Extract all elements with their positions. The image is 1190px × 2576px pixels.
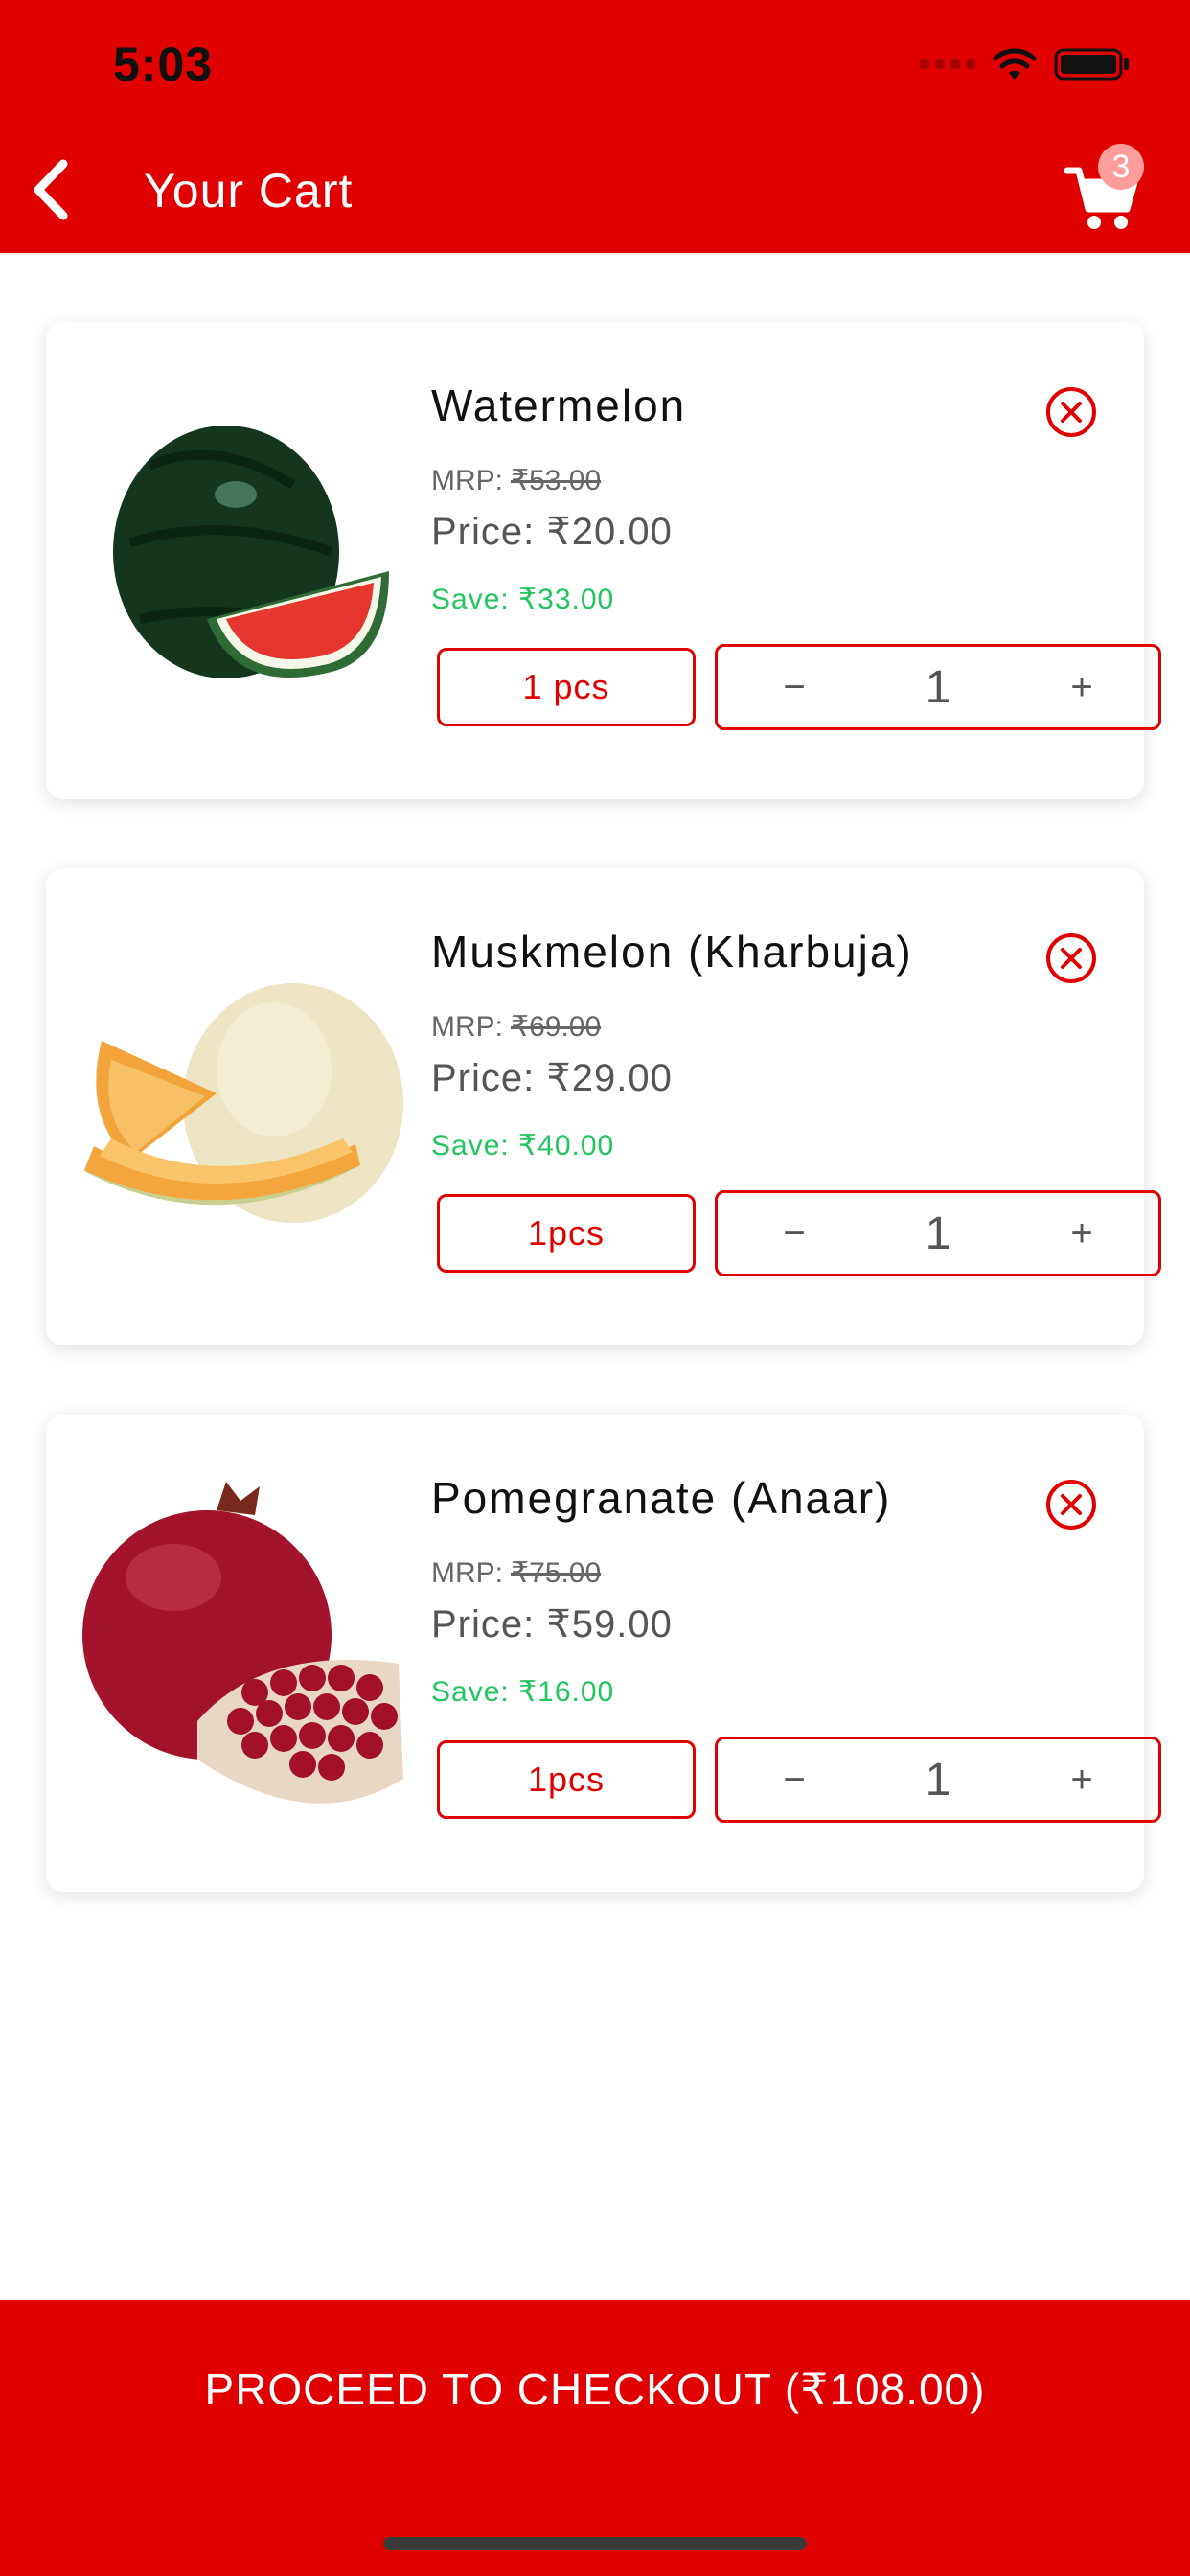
- back-button[interactable]: [21, 153, 79, 226]
- mrp-text: MRP: ₹75.00: [431, 1557, 602, 1589]
- quantity-value: 1: [925, 661, 951, 713]
- mrp-value: ₹69.00: [511, 1011, 602, 1043]
- increase-quantity-button[interactable]: +: [1034, 647, 1130, 727]
- app-header: 5:03 Your Cart 3: [0, 0, 1190, 253]
- wifi-icon: [993, 48, 1037, 80]
- status-time: 5:03: [113, 37, 214, 91]
- save-text: Save: ₹40.00: [431, 1130, 615, 1162]
- unit-selector-button[interactable]: 1 pcs: [437, 648, 696, 726]
- checkout-button[interactable]: PROCEED TO CHECKOUT (₹108.00): [0, 2300, 1190, 2576]
- product-image-muskmelon: [82, 983, 403, 1223]
- price-text: Price: ₹29.00: [431, 1057, 673, 1099]
- home-indicator: [383, 2537, 807, 2550]
- cart-item-card: Muskmelon (Kharbuja) MRP: ₹69.00 Price: ₹…: [46, 868, 1161, 1346]
- quantity-stepper: − 1 +: [715, 1736, 1161, 1823]
- price-text: Price: ₹20.00: [431, 511, 673, 553]
- quantity-stepper: − 1 +: [715, 644, 1161, 730]
- status-icons: [920, 44, 1131, 84]
- signal-icon: [920, 59, 975, 69]
- increase-quantity-button[interactable]: +: [1034, 1739, 1130, 1820]
- quantity-value: 1: [925, 1754, 951, 1806]
- mrp-value: ₹53.00: [511, 465, 602, 496]
- quantity-value: 1: [925, 1208, 951, 1259]
- product-name: Watermelon: [431, 380, 687, 430]
- unit-selector-button[interactable]: 1pcs: [437, 1194, 696, 1273]
- cart-item-card: Watermelon MRP: ₹53.00 Price: ₹20.00 Save…: [46, 322, 1161, 799]
- price-text: Price: ₹59.00: [431, 1603, 673, 1645]
- save-text: Save: ₹33.00: [431, 584, 615, 615]
- checkout-label: PROCEED TO CHECKOUT (₹108.00): [204, 2364, 986, 2414]
- mrp-text: MRP: ₹69.00: [431, 1011, 602, 1043]
- quantity-stepper: − 1 +: [715, 1190, 1161, 1276]
- page-title: Your Cart: [144, 164, 354, 218]
- product-image-watermelon: [113, 426, 389, 678]
- decrease-quantity-button[interactable]: −: [746, 1193, 842, 1274]
- cart-item-card: Pomegranate (Anaar) MRP: ₹75.00 Price: ₹5…: [46, 1414, 1161, 1892]
- mrp-value: ₹75.00: [511, 1557, 602, 1589]
- save-text: Save: ₹16.00: [431, 1676, 615, 1708]
- close-circle-icon[interactable]: [1044, 932, 1098, 985]
- cart-count-badge: 3: [1098, 144, 1144, 190]
- increase-quantity-button[interactable]: +: [1034, 1193, 1130, 1274]
- product-name: Muskmelon (Kharbuja): [431, 927, 913, 977]
- mrp-text: MRP: ₹53.00: [431, 465, 602, 496]
- unit-selector-button[interactable]: 1pcs: [437, 1740, 696, 1819]
- close-circle-icon[interactable]: [1044, 385, 1098, 439]
- product-name: Pomegranate (Anaar): [431, 1473, 892, 1523]
- product-image-pomegranate: [82, 1482, 403, 1804]
- chevron-left-icon: [34, 159, 68, 220]
- decrease-quantity-button[interactable]: −: [746, 647, 842, 727]
- close-circle-icon[interactable]: [1044, 1478, 1098, 1531]
- decrease-quantity-button[interactable]: −: [746, 1739, 842, 1820]
- battery-icon: [1054, 48, 1129, 80]
